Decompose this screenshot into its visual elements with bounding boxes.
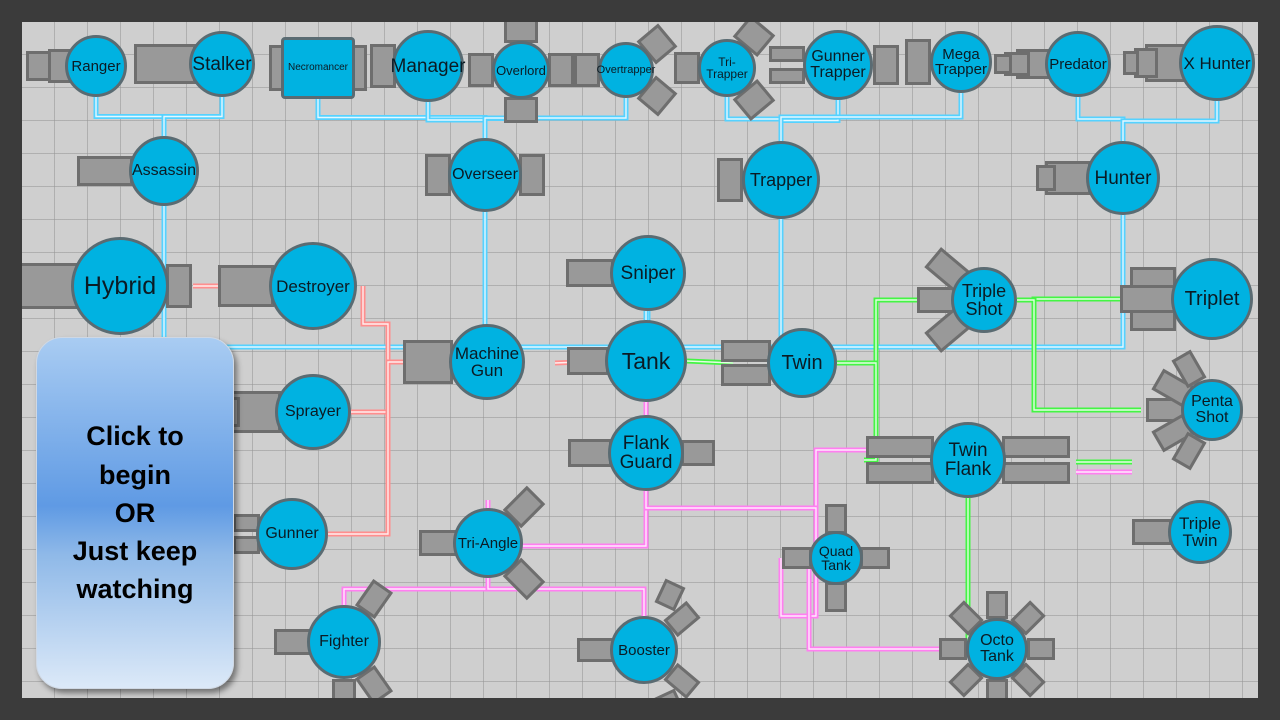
tank-body-twin-flank[interactable]: Twin Flank [930, 422, 1006, 498]
tank-body-hybrid[interactable]: Hybrid [71, 237, 169, 335]
tank-label-predator: Predator [1049, 55, 1107, 73]
barrel [939, 638, 967, 660]
tank-body-tri-angle[interactable]: Tri-Angle [453, 508, 523, 578]
barrel [1002, 436, 1070, 458]
barrel [769, 46, 805, 62]
tank-label-twin: Twin [781, 352, 823, 374]
tank-body-octo-tank[interactable]: Octo Tank [966, 618, 1028, 680]
tank-body-machine-gun[interactable]: Machine Gun [449, 324, 525, 400]
tank-label-triple-shot: Triple Shot [961, 281, 1007, 319]
barrel [1132, 519, 1172, 545]
upgrade-tree-canvas: Ranger Stalker Necromancer Manager Overlord O… [22, 22, 1258, 698]
tank-label-triple-twin: Triple Twin [1179, 514, 1221, 550]
tank-body-triple-twin[interactable]: Triple Twin [1168, 500, 1232, 564]
tank-body-flank-guard[interactable]: Flank Guard [608, 415, 684, 491]
barrel [218, 265, 274, 307]
tank-label-hunter: Hunter [1094, 167, 1152, 189]
tank-label-fighter: Fighter [319, 633, 369, 650]
tank-label-trapper: Trapper [749, 170, 813, 190]
tank-label-sprayer: Sprayer [284, 403, 342, 420]
tank-label-twin-flank: Twin Flank [944, 440, 992, 480]
tank-label-overseer: Overseer [452, 166, 518, 183]
tank-label-flank-guard: Flank Guard [619, 433, 673, 473]
tank-label-tri-angle: Tri-Angle [457, 534, 519, 552]
tank-label-x-hunter: X Hunter [1183, 53, 1251, 73]
tank-node-fighter[interactable]: Fighter [237, 535, 451, 698]
tank-body-overseer[interactable]: Overseer [448, 138, 522, 212]
barrel [994, 54, 1012, 74]
tank-body-fighter[interactable]: Fighter [307, 605, 381, 679]
barrel [866, 436, 934, 458]
tank-node-triple-twin[interactable]: Triple Twin [1098, 430, 1258, 634]
game-screen: Ranger Stalker Necromancer Manager Overlord O… [0, 0, 1280, 720]
tank-body-triple-shot[interactable]: Triple Shot [951, 267, 1017, 333]
barrel [825, 582, 847, 612]
barrel [986, 591, 1008, 619]
tank-label-octo-tank: Octo Tank [980, 632, 1014, 665]
barrel [332, 679, 356, 698]
tank-node-octo-tank[interactable]: Octo Tank [896, 548, 1098, 698]
tank-body-twin[interactable]: Twin [767, 328, 837, 398]
tank-label-quad-tank: Quad Tank [818, 543, 854, 573]
barrel [681, 440, 715, 466]
tank-label-penta-shot: Penta Shot [1191, 393, 1233, 426]
tank-label-hybrid: Hybrid [83, 271, 157, 300]
barrel [166, 264, 192, 308]
tank-node-booster[interactable]: Booster [540, 546, 748, 698]
barrel [1002, 462, 1070, 484]
barrel [825, 504, 847, 534]
barrel [782, 547, 812, 569]
click-to-begin-button[interactable]: Click to begin OR Just keep watching [36, 337, 234, 689]
tank-label-destroyer: Destroyer [276, 276, 350, 296]
barrel [1036, 165, 1056, 191]
tank-body-booster[interactable]: Booster [610, 616, 678, 684]
barrel [905, 39, 931, 85]
barrel [1027, 638, 1055, 660]
barrel [986, 679, 1008, 698]
barrel [860, 547, 890, 569]
tank-label-machine-gun: Machine Gun [454, 344, 520, 380]
tank-body-quad-tank[interactable]: Quad Tank [809, 531, 863, 585]
tank-label-booster: Booster [618, 641, 670, 659]
tank-label-triplet: Triplet [1184, 288, 1240, 310]
